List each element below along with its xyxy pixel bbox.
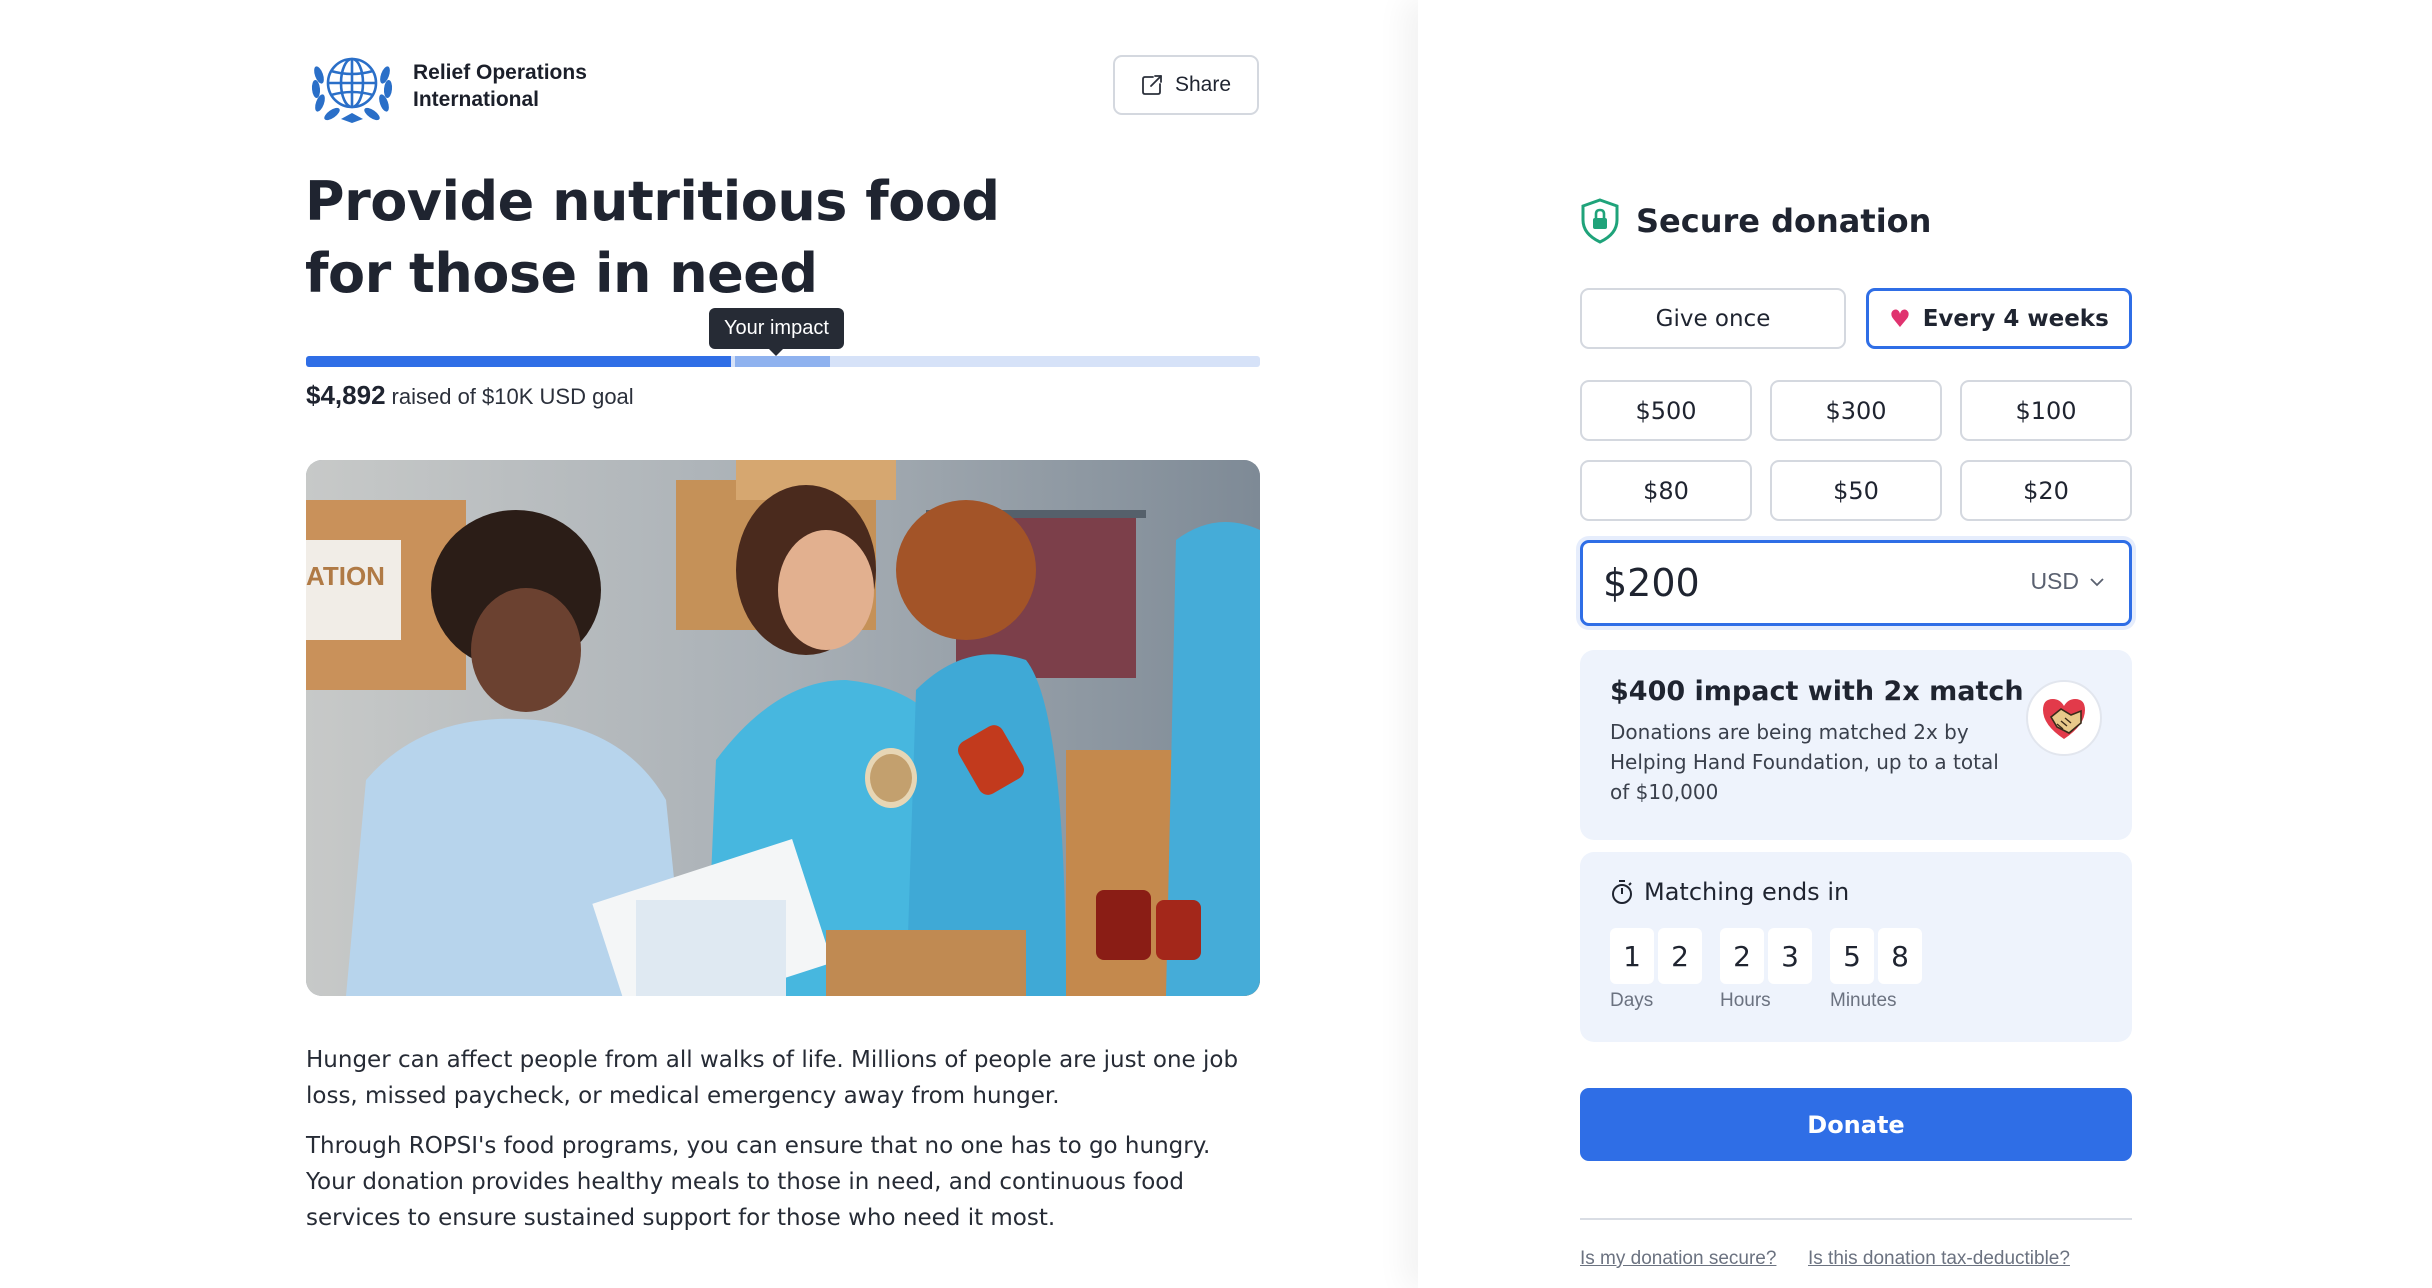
amount-option-100[interactable]: $100 <box>1960 380 2132 441</box>
heart-icon: ♥ <box>1889 304 1911 333</box>
custom-amount-input[interactable] <box>1603 557 1983 609</box>
donate-button[interactable]: Donate <box>1580 1088 2132 1161</box>
share-label: Share <box>1174 73 1232 96</box>
give-once-button[interactable]: Give once <box>1580 288 1846 349</box>
description-paragraph: Through ROPSI's food programs, you can e… <box>306 1133 1211 1231</box>
donation-secure-link[interactable]: Is my donation secure? <box>1580 1248 1776 1270</box>
shield-lock-icon <box>1581 198 1619 244</box>
share-icon <box>1142 75 1162 95</box>
org-name: Relief Operations International <box>413 59 587 113</box>
description-paragraph: Hunger can affect people from all walks … <box>306 1047 1239 1109</box>
hero-image: ATION <box>306 460 1260 996</box>
amount-option-20[interactable]: $20 <box>1960 460 2132 521</box>
org-header: Relief Operations International <box>305 47 587 125</box>
page-title: Provide nutritious food for those in nee… <box>305 170 1000 305</box>
days-label: Days <box>1610 990 1654 1011</box>
countdown-digit: 8 <box>1878 928 1922 984</box>
countdown-digit: 5 <box>1830 928 1874 984</box>
raised-goal-text: raised of $10K USD goal <box>391 384 634 409</box>
org-name-line1: Relief Operations <box>413 61 587 84</box>
minutes-digits: 5 8 <box>1830 928 1922 984</box>
match-description: Donations are being matched 2x by Helpin… <box>1610 720 1999 804</box>
amount-option-50[interactable]: $50 <box>1770 460 1942 521</box>
hours-digits: 2 3 <box>1720 928 1812 984</box>
campaign-panel: Relief Operations International Share Pr… <box>0 0 1418 1288</box>
secure-donation-title: Secure donation <box>1636 202 1932 240</box>
footer-divider <box>1580 1218 2132 1220</box>
countdown-digit: 2 <box>1658 928 1702 984</box>
helping-hand-badge <box>2026 680 2102 756</box>
amount-option-300[interactable]: $300 <box>1770 380 1942 441</box>
custom-amount-field: USD <box>1580 540 2132 626</box>
heart-handshake-icon <box>2043 699 2085 739</box>
days-digits: 1 2 <box>1610 928 1702 984</box>
amount-option-80[interactable]: $80 <box>1580 460 1752 521</box>
impact-tooltip: Your impact <box>709 308 844 356</box>
progress-impact <box>735 356 830 367</box>
chevron-down-icon <box>2090 577 2104 586</box>
countdown-digit: 3 <box>1768 928 1812 984</box>
amount-option-500[interactable]: $500 <box>1580 380 1752 441</box>
every-4-weeks-label: Every 4 weeks <box>1922 305 2109 332</box>
hours-label: Hours <box>1720 990 1771 1011</box>
countdown-digit: 2 <box>1720 928 1764 984</box>
currency-label: USD <box>2030 568 2079 594</box>
timer-title-text: Matching ends in <box>1644 878 1850 906</box>
currency-select[interactable]: USD <box>2030 568 2105 595</box>
raised-amount: $4,892 <box>306 380 386 410</box>
minutes-label: Minutes <box>1830 990 1897 1011</box>
volunteers-photo: ATION <box>306 460 1260 996</box>
every-4-weeks-button[interactable]: ♥ Every 4 weeks <box>1866 288 2132 349</box>
give-once-label: Give once <box>1655 305 1771 332</box>
progress-raised <box>306 356 731 367</box>
box-label: ATION <box>306 561 385 591</box>
org-logo <box>311 57 393 123</box>
secure-donation-header: Secure donation <box>1580 198 1931 244</box>
share-button[interactable]: Share <box>1113 55 1259 115</box>
raised-summary: $4,892 raised of $10K USD goal <box>306 380 634 411</box>
campaign-description: Hunger can affect people from all walks … <box>306 1042 1266 1250</box>
tax-deductible-link[interactable]: Is this donation tax-deductible? <box>1808 1248 2070 1270</box>
timer-title: Matching ends in <box>1610 878 2102 906</box>
match-card: $400 impact with 2x match Donations are … <box>1580 650 2132 840</box>
org-name-line2: International <box>413 88 540 111</box>
stopwatch-icon <box>1612 880 1632 904</box>
countdown-digit: 1 <box>1610 928 1654 984</box>
matching-timer-card: Matching ends in 1 2 Days 2 3 Hours 5 8 … <box>1580 852 2132 1042</box>
